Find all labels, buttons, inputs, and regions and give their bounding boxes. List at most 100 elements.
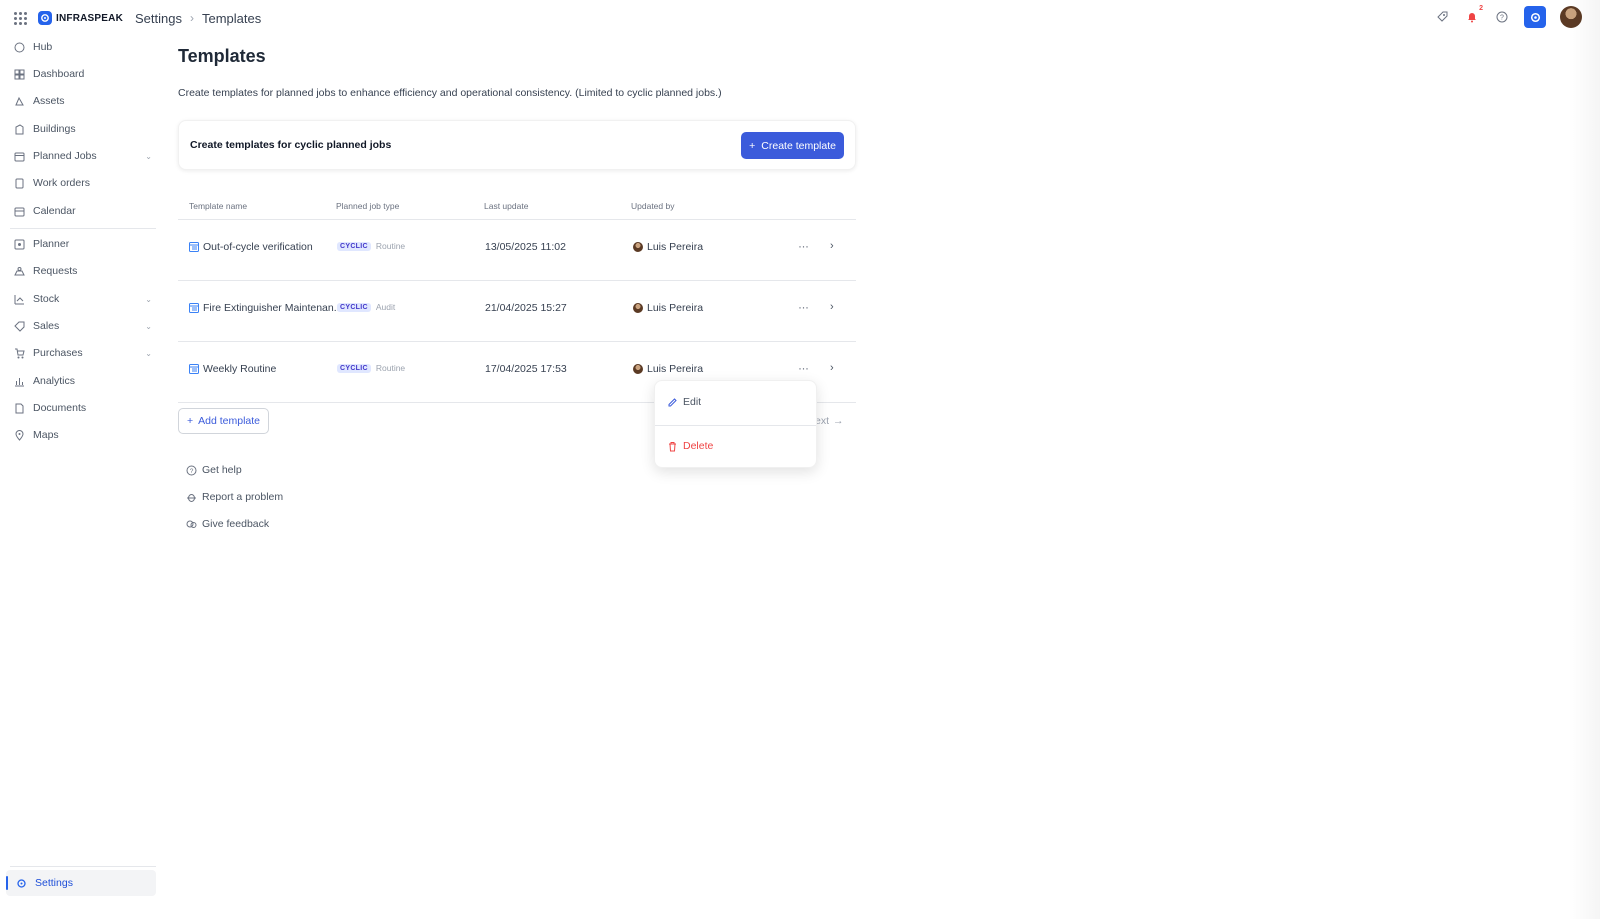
- template-icon: [189, 242, 199, 252]
- get-help-link[interactable]: ? Get help: [186, 464, 242, 476]
- chevron-down-icon: ⌄: [145, 321, 152, 331]
- sidebar-item-label: Buildings: [33, 123, 76, 135]
- sidebar-item-planner[interactable]: Planner: [14, 235, 156, 253]
- brand-name: INFRASPEAK: [56, 12, 124, 24]
- stock-icon: [14, 294, 25, 305]
- menu-divider: [655, 425, 816, 426]
- user-avatar[interactable]: [1560, 6, 1582, 28]
- delete-menu-item[interactable]: Delete: [667, 440, 807, 452]
- delete-label: Delete: [683, 440, 714, 452]
- apps-grid-icon[interactable]: [12, 10, 28, 26]
- sidebar-item-calendar[interactable]: Calendar: [14, 202, 156, 220]
- settings-gear-button[interactable]: [1524, 6, 1546, 28]
- report-problem-link[interactable]: Report a problem: [186, 491, 283, 503]
- sidebar-item-label: Stock: [33, 293, 60, 305]
- sidebar-item-label: Hub: [33, 41, 53, 53]
- sidebar-item-purchases[interactable]: Purchases ⌄: [14, 344, 156, 362]
- give-feedback-label: Give feedback: [202, 518, 270, 530]
- feedback-icon: [186, 519, 197, 530]
- add-template-label: Add template: [198, 415, 261, 427]
- sidebar-item-requests[interactable]: Requests: [14, 262, 156, 280]
- job-subtype: Audit: [375, 302, 396, 312]
- sidebar-item-documents[interactable]: Documents: [14, 399, 156, 417]
- sidebar: Hub Dashboard Assets Buildings Planned J…: [0, 36, 160, 919]
- planned-jobs-icon: [14, 151, 25, 162]
- sidebar-item-assets[interactable]: Assets: [14, 92, 156, 110]
- more-options-icon[interactable]: ···: [798, 361, 809, 375]
- sidebar-item-label: Requests: [33, 265, 78, 277]
- svg-text:?: ?: [190, 468, 194, 475]
- cyclic-badge: CYCLIC: [337, 363, 371, 373]
- plus-icon: +: [187, 415, 194, 427]
- sales-icon: [14, 321, 25, 332]
- bug-icon: [186, 492, 197, 503]
- breadcrumb: Settings › Templates: [135, 11, 261, 26]
- sidebar-item-label: Calendar: [33, 205, 76, 217]
- buildings-icon: [14, 123, 25, 135]
- table-row[interactable]: Out-of-cycle verification CYCLIC Routine…: [178, 220, 856, 281]
- template-icon: [189, 303, 199, 313]
- sidebar-item-planned-jobs[interactable]: Planned Jobs ⌄: [14, 147, 156, 165]
- user-name: Luis Pereira: [647, 363, 704, 375]
- logo-mark-icon: [38, 11, 52, 25]
- template-icon: [189, 364, 199, 374]
- table-row[interactable]: Fire Extinguisher Maintenan... CYCLIC Au…: [178, 281, 856, 342]
- breadcrumb-templates: Templates: [202, 10, 262, 26]
- sidebar-item-label: Planner: [33, 238, 70, 250]
- planner-icon: [14, 239, 25, 250]
- sidebar-item-label: Analytics: [33, 375, 76, 387]
- more-options-icon[interactable]: ···: [798, 239, 809, 253]
- map-pin-icon: [14, 429, 25, 441]
- create-template-button[interactable]: + Create template: [741, 132, 844, 159]
- sidebar-item-settings[interactable]: Settings: [6, 870, 156, 896]
- sidebar-item-sales[interactable]: Sales ⌄: [14, 317, 156, 335]
- sidebar-item-label: Assets: [33, 95, 65, 107]
- chevron-right-icon[interactable]: ›: [830, 362, 834, 374]
- sidebar-item-dashboard[interactable]: Dashboard: [14, 65, 156, 83]
- updated-by-cell: Luis Pereira: [633, 241, 703, 253]
- sidebar-item-analytics[interactable]: Analytics: [14, 372, 156, 390]
- create-template-label: Create template: [761, 139, 836, 152]
- sidebar-divider: [10, 866, 156, 867]
- gear-icon: [16, 878, 27, 889]
- notifications-bell-icon[interactable]: 2: [1464, 5, 1483, 25]
- sidebar-item-maps[interactable]: Maps: [14, 426, 156, 444]
- sidebar-item-label: Settings: [35, 877, 73, 889]
- updated-by-cell: Luis Pereira: [633, 302, 703, 314]
- template-name: Out-of-cycle verification: [203, 241, 313, 253]
- sidebar-item-work-orders[interactable]: Work orders: [14, 174, 156, 192]
- avatar: [633, 364, 643, 374]
- avatar: [633, 303, 643, 313]
- arrow-right-icon: →: [833, 415, 844, 427]
- rocket-icon[interactable]: [1434, 9, 1450, 25]
- templates-table: Template name Planned job type Last upda…: [178, 194, 856, 403]
- active-indicator: [6, 876, 8, 890]
- user-name: Luis Pereira: [647, 241, 704, 253]
- sidebar-item-label: Maps: [33, 429, 59, 441]
- sidebar-item-buildings[interactable]: Buildings: [14, 120, 156, 138]
- last-update-cell: 13/05/2025 11:02: [485, 241, 566, 253]
- help-circle-icon: ?: [186, 465, 197, 476]
- breadcrumb-settings[interactable]: Settings: [135, 11, 182, 26]
- last-update-cell: 17/04/2025 17:53: [485, 363, 567, 375]
- cyclic-badge: CYCLIC: [337, 302, 371, 312]
- give-feedback-link[interactable]: Give feedback: [186, 518, 269, 530]
- chevron-down-icon: ⌄: [145, 151, 152, 161]
- edit-menu-item[interactable]: Edit: [667, 396, 807, 408]
- documents-icon: [14, 403, 25, 414]
- next-page-button[interactable]: ext →: [815, 415, 844, 427]
- brand-logo[interactable]: INFRASPEAK: [38, 11, 123, 25]
- cyclic-badge: CYCLIC: [337, 241, 371, 251]
- chevron-right-icon[interactable]: ›: [830, 240, 834, 252]
- job-subtype: Routine: [375, 363, 406, 373]
- sidebar-item-stock[interactable]: Stock ⌄: [14, 290, 156, 308]
- top-right-actions: 2 ?: [1434, 5, 1582, 28]
- chevron-right-icon[interactable]: ›: [830, 301, 834, 313]
- sidebar-item-hub[interactable]: Hub: [14, 38, 156, 56]
- sidebar-item-label: Purchases: [33, 347, 83, 359]
- help-circle-icon[interactable]: ?: [1494, 9, 1510, 25]
- row-actions-menu: Edit Delete: [654, 380, 817, 468]
- analytics-icon: [14, 376, 25, 387]
- add-template-button[interactable]: + Add template: [178, 408, 270, 434]
- more-options-icon[interactable]: ···: [798, 300, 809, 314]
